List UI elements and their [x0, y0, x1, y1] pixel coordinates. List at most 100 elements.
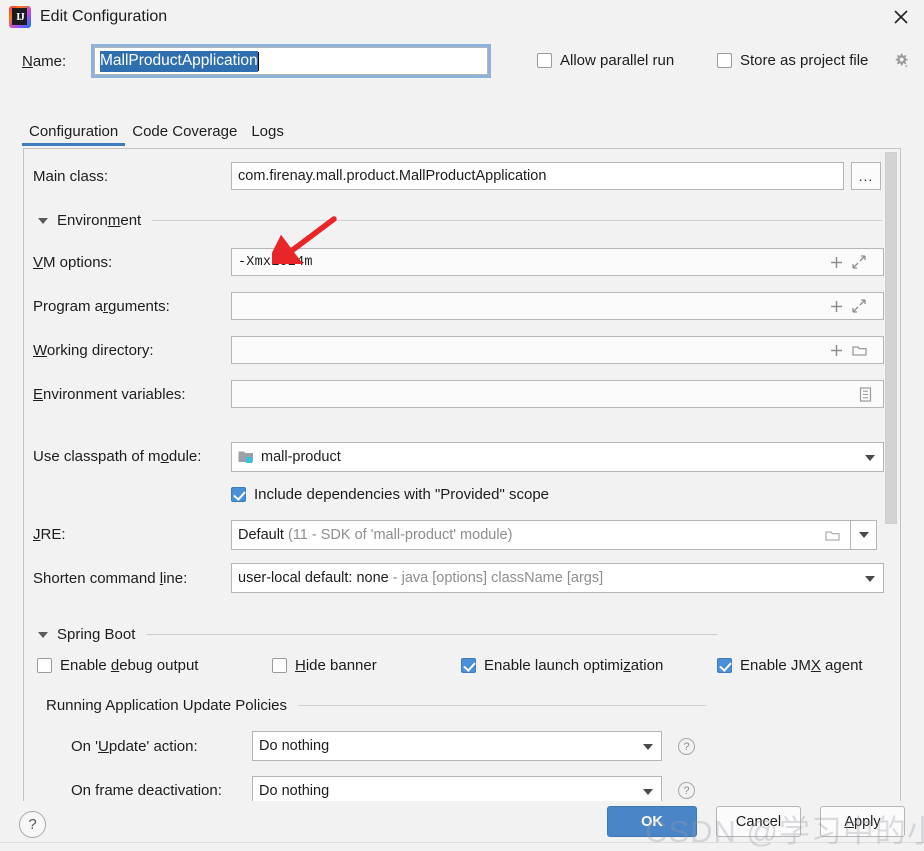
- checkbox-box: [537, 53, 552, 68]
- expand-icon[interactable]: [852, 255, 866, 269]
- enable-jmx-agent-label: Enable JMX agent: [740, 657, 863, 674]
- on-update-action-value: Do nothing: [259, 738, 330, 754]
- folder-icon[interactable]: [825, 529, 840, 542]
- checkbox-box: [272, 658, 287, 673]
- list-icon[interactable]: [859, 386, 872, 402]
- update-policies-section-header: Running Application Update Policies: [46, 697, 706, 714]
- vm-options-label: VM options:: [33, 254, 113, 271]
- hide-banner-checkbox[interactable]: Hide banner: [272, 657, 377, 674]
- enable-launch-optimization-label: Enable launch optimization: [484, 657, 664, 674]
- help-button[interactable]: ?: [19, 811, 46, 838]
- jre-label: JRE:: [33, 526, 66, 543]
- on-frame-deactivation-help-icon[interactable]: ?: [678, 782, 695, 799]
- panel-scrollbar-track[interactable]: [885, 150, 899, 801]
- program-arguments-input[interactable]: [231, 292, 884, 320]
- tab-configuration[interactable]: Configuration: [22, 123, 126, 146]
- environment-variables-icons: [859, 380, 872, 408]
- chevron-down-icon: [865, 576, 875, 582]
- module-folder-icon: [238, 451, 253, 463]
- allow-parallel-run-label: Allow parallel run: [560, 52, 675, 69]
- tab-bar: Configuration Code Coverage Logs: [22, 116, 291, 146]
- jre-value: Default: [238, 527, 284, 543]
- expand-icon[interactable]: [852, 299, 866, 313]
- jre-combobox[interactable]: Default (11 - SDK of 'mall-product' modu…: [231, 520, 851, 550]
- plus-icon[interactable]: [830, 344, 843, 357]
- configuration-panel: Main class: com.firenay.mall.product.Mal…: [23, 148, 901, 801]
- on-update-action-label: On 'Update' action:: [71, 738, 198, 755]
- name-input-value: MallProductApplication: [100, 50, 258, 72]
- ok-button[interactable]: OK: [607, 806, 697, 837]
- environment-section-header: Environment: [38, 212, 882, 229]
- chevron-down-icon: [643, 789, 653, 795]
- chevron-down-icon: [643, 744, 653, 750]
- enable-jmx-agent-checkbox[interactable]: Enable JMX agent: [717, 657, 863, 674]
- shorten-command-line-value: user-local default: none: [238, 570, 389, 586]
- module-combobox[interactable]: mall-product: [231, 442, 884, 472]
- main-class-browse-button[interactable]: ...: [851, 162, 881, 190]
- include-provided-scope-label: Include dependencies with "Provided" sco…: [254, 486, 550, 503]
- program-arguments-label: Program arguments:: [33, 298, 170, 315]
- shorten-command-line-hint: - java [options] className [args]: [392, 570, 604, 586]
- plus-icon[interactable]: [830, 300, 843, 313]
- on-frame-deactivation-combobox[interactable]: Do nothing: [252, 776, 662, 801]
- chevron-down-icon[interactable]: [38, 217, 48, 224]
- footer-divider: [0, 842, 924, 843]
- checkbox-box: [37, 658, 52, 673]
- shorten-command-line-label: Shorten command line:: [33, 570, 188, 587]
- tab-logs[interactable]: Logs: [244, 123, 291, 146]
- section-divider: [298, 705, 706, 706]
- store-as-project-file-checkbox[interactable]: Store as project file: [717, 52, 868, 69]
- on-frame-deactivation-label: On frame deactivation:: [71, 782, 222, 799]
- include-provided-scope-checkbox[interactable]: Include dependencies with "Provided" sco…: [231, 486, 549, 503]
- section-divider: [146, 634, 718, 635]
- vm-options-value: -Xmx1024m: [238, 254, 313, 270]
- module-combobox-value: mall-product: [261, 449, 341, 465]
- on-update-action-help-icon[interactable]: ?: [678, 738, 695, 755]
- environment-variables-input[interactable]: [231, 380, 884, 408]
- main-class-label: Main class:: [33, 168, 109, 185]
- spring-boot-section-header: Spring Boot: [38, 626, 718, 643]
- working-directory-input[interactable]: [231, 336, 884, 364]
- title-bar: IJ Edit Configuration: [0, 0, 924, 34]
- program-arguments-icons: [830, 292, 866, 320]
- folder-icon[interactable]: [852, 344, 867, 357]
- edit-configuration-dialog: IJ Edit Configuration Name: MallProductA…: [0, 0, 924, 851]
- hide-banner-label: Hide banner: [295, 657, 377, 674]
- spring-boot-section-title: Spring Boot: [57, 626, 136, 643]
- panel-scrollbar-thumb[interactable]: [885, 152, 897, 524]
- on-frame-deactivation-value: Do nothing: [259, 783, 330, 799]
- update-policies-section-title: Running Application Update Policies: [46, 697, 287, 714]
- enable-debug-output-label: Enable debug output: [60, 657, 199, 674]
- plus-icon[interactable]: [830, 256, 843, 269]
- close-icon[interactable]: [878, 0, 924, 34]
- chevron-down-icon[interactable]: [38, 631, 48, 638]
- chevron-down-icon: [865, 455, 875, 461]
- jre-hint: (11 - SDK of 'mall-product' module): [287, 527, 513, 543]
- tab-code-coverage[interactable]: Code Coverage: [125, 123, 244, 146]
- vm-options-input[interactable]: -Xmx1024m: [231, 248, 884, 276]
- enable-launch-optimization-checkbox[interactable]: Enable launch optimization: [461, 657, 663, 674]
- name-input[interactable]: MallProductApplication: [91, 44, 491, 78]
- chevron-down-icon: [858, 532, 869, 538]
- intellij-idea-logo-icon: IJ: [9, 6, 31, 28]
- cancel-button[interactable]: Cancel: [716, 806, 801, 837]
- name-label: Name:: [22, 53, 67, 70]
- gear-icon[interactable]: [893, 52, 910, 69]
- checkbox-box: [717, 658, 732, 673]
- section-divider: [152, 220, 882, 221]
- allow-parallel-run-checkbox[interactable]: Allow parallel run: [537, 52, 674, 69]
- jre-dropdown-button[interactable]: [851, 520, 877, 550]
- main-class-input[interactable]: com.firenay.mall.product.MallProductAppl…: [231, 162, 844, 190]
- enable-debug-output-checkbox[interactable]: Enable debug output: [37, 657, 198, 674]
- apply-button[interactable]: Apply: [820, 806, 905, 837]
- store-as-project-file-label: Store as project file: [740, 52, 869, 69]
- working-directory-label: Working directory:: [33, 342, 154, 359]
- checkbox-box: [461, 658, 476, 673]
- checkbox-box: [231, 487, 246, 502]
- on-update-action-combobox[interactable]: Do nothing: [252, 731, 662, 761]
- working-directory-icons: [830, 336, 867, 364]
- shorten-command-line-combobox[interactable]: user-local default: none - java [options…: [231, 563, 884, 593]
- environment-variables-label: Environment variables:: [33, 386, 186, 403]
- window-title: Edit Configuration: [40, 8, 168, 25]
- vm-options-icons: [830, 248, 866, 276]
